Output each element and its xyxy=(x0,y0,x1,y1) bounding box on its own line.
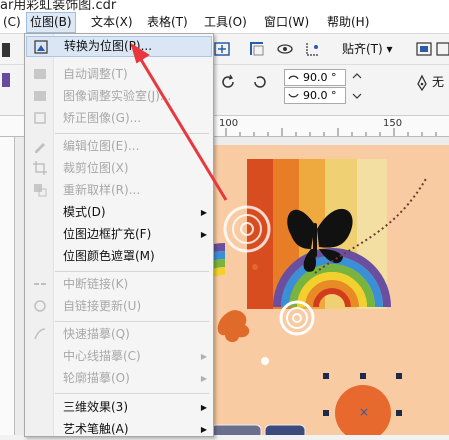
menu-tools[interactable]: 工具(O) xyxy=(201,12,250,33)
rotation-icon xyxy=(288,93,299,98)
rotate-ccw-icon[interactable] xyxy=(220,73,238,91)
pen-nib-icon[interactable] xyxy=(413,74,431,92)
menu-item-color-mask[interactable]: 位图颜色遮罩(M) xyxy=(26,246,212,267)
rotation-icon xyxy=(288,75,299,80)
rotation-x-value: 90.0 ° xyxy=(303,71,337,84)
quick-trace-icon xyxy=(34,328,46,340)
menu-effects[interactable]: (C) xyxy=(0,12,24,33)
crop-icon xyxy=(33,161,47,175)
ruler-label-150: 150 xyxy=(383,118,403,129)
menu-bitmap[interactable]: 位图(B) xyxy=(26,12,76,33)
menu-item-update-link[interactable]: 自链接更新(U) xyxy=(26,296,212,317)
menu-item-label: 自动调整(T) xyxy=(63,67,128,81)
menu-item-edit-bitmap[interactable]: 编辑位图(E)... xyxy=(26,136,212,157)
outline-dropdown[interactable]: 无 xyxy=(430,71,446,93)
menu-item-auto-adjust[interactable]: 自动调整(T) xyxy=(26,64,212,85)
submenu-arrow-icon: ▶ xyxy=(200,374,207,383)
center-marker: × xyxy=(359,405,369,419)
snap-dropdown[interactable]: 贴齐(T) ▾ xyxy=(336,38,399,60)
update-link-icon xyxy=(34,300,46,312)
submenu-arrow-icon: ▶ xyxy=(200,208,207,217)
menu-item-image-adjust-lab[interactable]: 图像调整实验室(J)... xyxy=(26,86,212,107)
full-screen-icon[interactable] xyxy=(213,40,231,58)
snap-label: 贴齐(T) xyxy=(342,42,383,56)
menu-separator xyxy=(55,321,209,322)
menu-text[interactable]: 文本(X) xyxy=(88,12,136,33)
menu-item-label: 位图颜色遮罩(M) xyxy=(63,249,155,263)
menu-item-label: 矫正图像(G)... xyxy=(63,111,142,125)
menu-item-mode[interactable]: 模式(D) ▶ xyxy=(26,202,212,223)
menu-item-centerline-trace[interactable]: 中心线描摹(C) ▶ xyxy=(26,346,212,367)
menu-item-label: 模式(D) xyxy=(63,205,106,219)
menu-item-label: 编辑位图(E)... xyxy=(63,139,140,153)
menu-item-label: 图像调整实验室(J)... xyxy=(63,89,172,103)
menu-item-label: 三维效果(3) xyxy=(63,400,128,414)
menu-item-label: 中断链接(K) xyxy=(63,277,129,291)
menu-item-border-expand[interactable]: 位图边框扩充(F) ▶ xyxy=(26,224,212,245)
edit-bitmap-icon xyxy=(35,143,45,153)
window-title: ar用彩虹装饰图.cdr xyxy=(0,0,117,12)
menu-item-label: 裁剪位图(X) xyxy=(63,161,129,175)
window-title-strip: ar用彩虹装饰图.cdr xyxy=(0,0,449,12)
straighten-icon xyxy=(34,112,46,124)
rotation-x-input[interactable]: 90.0 ° xyxy=(284,69,346,86)
spin-up-icon[interactable] xyxy=(352,71,362,89)
menu-item-label: 位图边框扩充(F) xyxy=(63,227,152,241)
menu-window[interactable]: 窗口(W) xyxy=(261,12,312,33)
menu-separator xyxy=(55,133,209,134)
outline-label: 无 xyxy=(432,75,445,89)
options-icon[interactable] xyxy=(415,40,433,58)
submenu-arrow-icon: ▶ xyxy=(200,352,207,361)
launcher-icon[interactable] xyxy=(436,40,449,58)
menu-item-label: 快速描摹(Q) xyxy=(63,327,130,341)
menu-bar: (C) 位图(B) 文本(X) 表格(T) 工具(O) 窗口(W) 帮助(H) xyxy=(0,12,449,34)
dropdown-arrow-icon[interactable] xyxy=(2,41,12,59)
menu-table[interactable]: 表格(T) xyxy=(144,12,191,33)
convert-bitmap-icon xyxy=(34,40,48,54)
menu-item-3d-effects[interactable]: 三维效果(3) ▶ xyxy=(26,397,212,418)
menu-item-convert-to-bitmap[interactable]: 转换为位图(P)... xyxy=(26,36,212,57)
menu-item-straighten-image[interactable]: 矫正图像(G)... xyxy=(26,108,212,129)
resample-icon xyxy=(34,184,47,197)
menu-item-outline-trace[interactable]: 轮廓描摹(O) ▶ xyxy=(26,368,212,389)
grid-snap-icon[interactable] xyxy=(304,40,322,58)
submenu-arrow-icon: ▶ xyxy=(200,425,207,434)
page-border-icon[interactable] xyxy=(248,40,266,58)
menu-item-label: 重新取样(R)... xyxy=(63,183,141,197)
menu-item-label: 中心线描摹(C) xyxy=(63,349,141,363)
bitmap-menu: 转换为位图(P)... 自动调整(T) 图像调整实验室(J)... 矫正图像(G… xyxy=(24,33,214,437)
menu-item-label: 转换为位图(P)... xyxy=(64,39,153,53)
ruler-label-100: 100 xyxy=(219,118,239,129)
menu-item-label: 轮廓描摹(O) xyxy=(63,371,130,385)
menu-separator xyxy=(55,271,209,272)
menu-item-label: 艺术笔触(A) xyxy=(63,422,129,436)
menu-item-crop-bitmap[interactable]: 裁剪位图(X) xyxy=(26,158,212,179)
menu-separator xyxy=(55,393,209,394)
break-link-icon xyxy=(34,283,46,285)
menu-item-break-link[interactable]: 中断链接(K) xyxy=(26,274,212,295)
submenu-arrow-icon: ▶ xyxy=(200,403,207,412)
image-lab-icon xyxy=(34,91,46,101)
rotation-y-value: 90.0 ° xyxy=(303,89,337,102)
view-eye-icon[interactable] xyxy=(276,40,294,58)
submenu-arrow-icon: ▶ xyxy=(200,230,207,239)
menu-item-art-strokes[interactable]: 艺术笔触(A) ▶ xyxy=(26,419,212,440)
menu-item-quick-trace[interactable]: 快速描摹(Q) xyxy=(26,324,212,345)
menu-item-label: 自链接更新(U) xyxy=(63,299,142,313)
menu-help[interactable]: 帮助(H) xyxy=(324,12,372,33)
left-edge-icon xyxy=(2,73,10,87)
vertical-ruler xyxy=(0,137,15,435)
auto-adjust-icon xyxy=(34,69,46,79)
menu-item-resample[interactable]: 重新取样(R)... xyxy=(26,180,212,201)
spin-down-icon[interactable] xyxy=(352,89,362,107)
rotate-cw-icon[interactable] xyxy=(250,73,268,91)
rotation-y-input[interactable]: 90.0 ° xyxy=(284,87,346,104)
